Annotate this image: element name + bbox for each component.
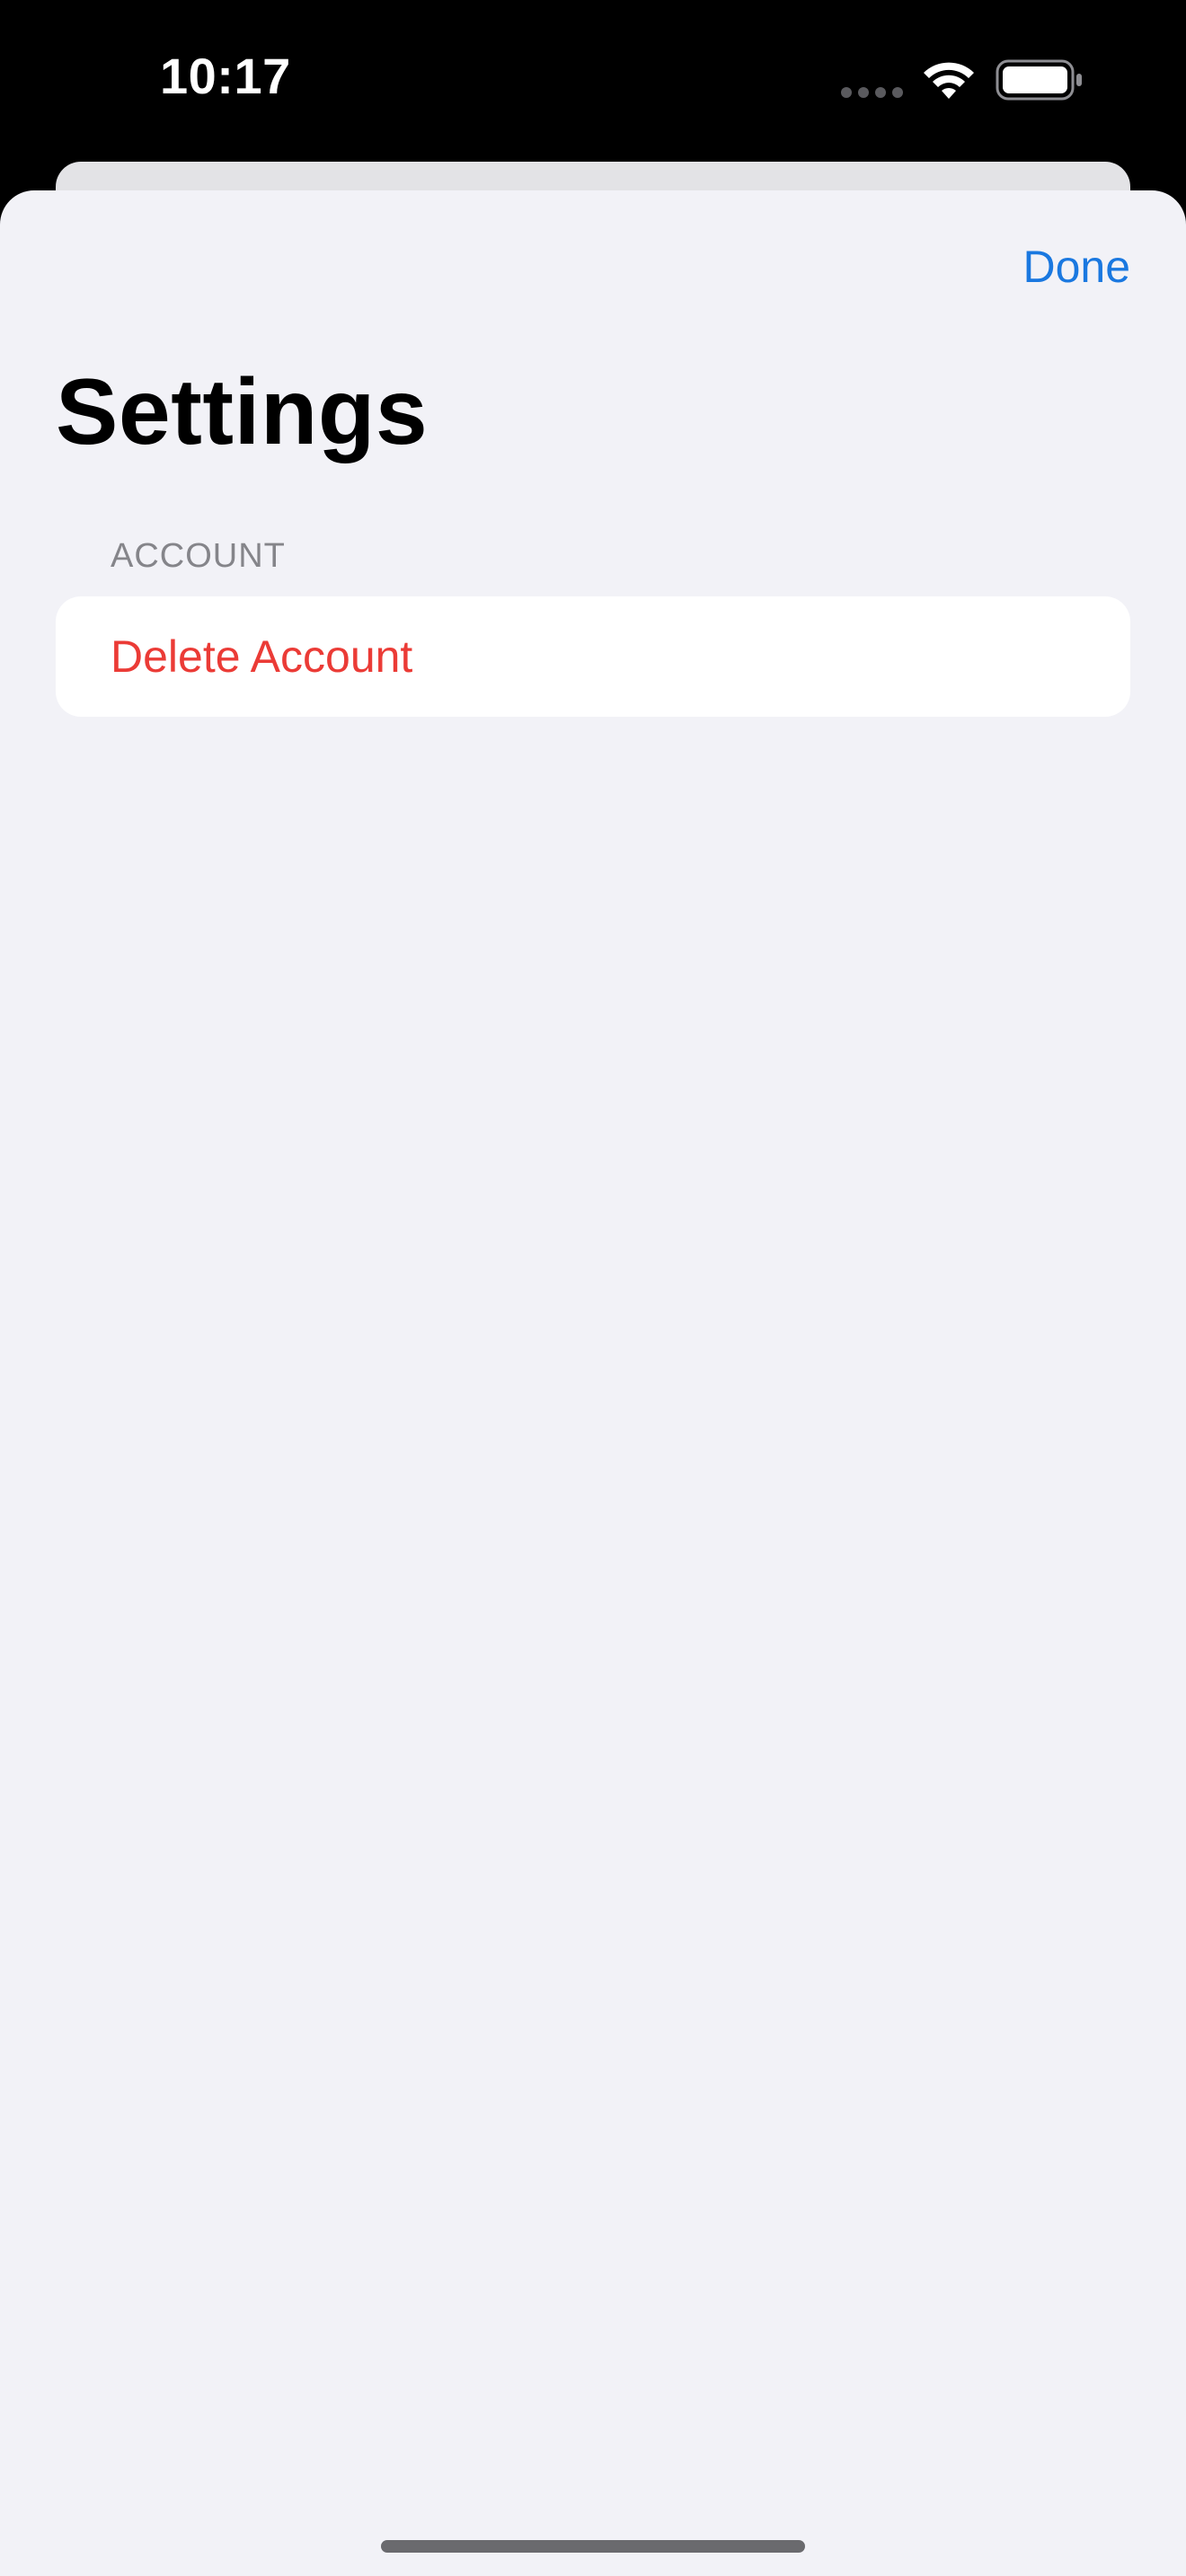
battery-icon <box>996 59 1082 101</box>
status-time: 10:17 <box>160 48 291 104</box>
page-title: Settings <box>56 360 429 464</box>
home-indicator[interactable] <box>381 2540 805 2553</box>
wifi-icon <box>924 62 974 99</box>
done-button[interactable]: Done <box>1022 241 1130 293</box>
delete-account-button[interactable]: Delete Account <box>56 596 1130 717</box>
section-header-account: ACCOUNT <box>111 537 286 575</box>
status-bar: 10:17 <box>0 0 1186 162</box>
settings-sheet: Done Settings ACCOUNT Delete Account <box>0 190 1186 2576</box>
cellular-signal-icon <box>841 87 903 98</box>
screen: 10:17 Done Settings ACCOUNT Delete Accou… <box>0 0 1186 2576</box>
delete-account-label: Delete Account <box>111 631 413 682</box>
account-list-group: Delete Account <box>56 596 1130 717</box>
